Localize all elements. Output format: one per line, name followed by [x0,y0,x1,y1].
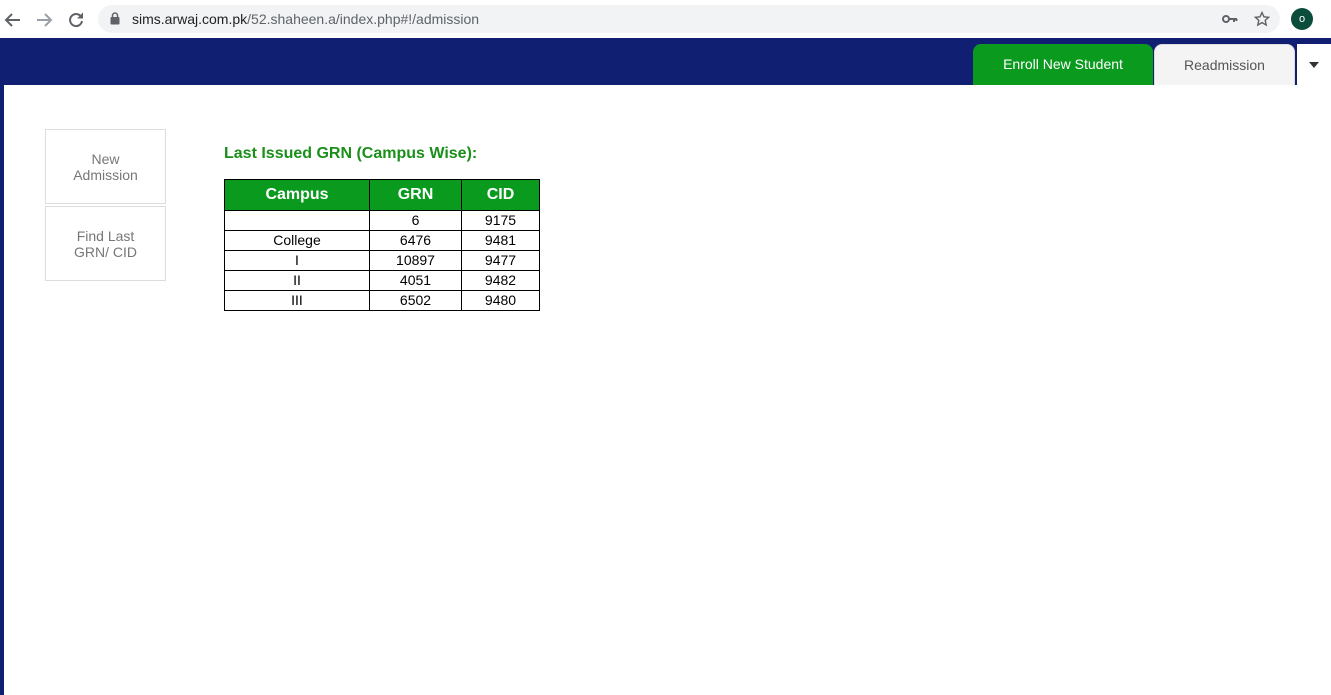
campus-cell [224,210,370,231]
cid-cell: 9175 [461,210,540,231]
tab-dropdown-button[interactable] [1297,44,1331,85]
forward-button[interactable] [32,8,56,32]
tab-enroll-new-student[interactable]: Enroll New Student [973,44,1153,85]
caret-down-icon [1309,61,1319,68]
reload-button[interactable] [64,8,88,32]
grn-cell: 10897 [369,250,462,271]
tab-readmission[interactable]: Readmission [1154,44,1295,85]
campus-cell: III [224,290,370,311]
grn-cell: 6476 [369,230,462,251]
column-header-grn: GRN [369,179,462,211]
new-admission-label: New Admission [73,150,138,183]
cid-cell: 9477 [461,250,540,271]
cid-cell: 9482 [461,270,540,291]
frame-left-border [0,85,4,695]
cid-cell: 9481 [461,230,540,251]
profile-avatar[interactable]: o [1291,8,1313,30]
app-header: Enroll New Student Readmission [0,38,1331,85]
url-text: sims.arwaj.com.pk/52.shaheen.a/index.php… [132,10,479,28]
grn-cell: 4051 [369,270,462,291]
grn-cell: 6502 [369,290,462,311]
lock-icon [110,12,120,25]
browser-toolbar: sims.arwaj.com.pk/52.shaheen.a/index.php… [0,0,1331,38]
section-title: Last Issued GRN (Campus Wise): [224,145,478,162]
reload-icon [69,13,83,28]
url-host: sims.arwaj.com.pk [132,11,248,27]
campus-cell: College [224,230,370,251]
table-row: 6 9175 [224,210,540,231]
star-icon[interactable] [1254,11,1270,27]
cid-cell: 9480 [461,290,540,311]
find-last-grn-button[interactable]: Find Last GRN/ CID [45,206,166,281]
grn-table: Campus GRN CID 6 9175 College 6476 9481 … [224,179,540,311]
table-header-row: Campus GRN CID [224,179,540,211]
url-path: /52.shaheen.a/index.php#!/admission [247,11,480,27]
forward-arrow-icon [37,13,53,27]
column-header-cid: CID [461,179,540,211]
table-row: College 6476 9481 [224,230,540,251]
campus-cell: I [224,250,370,271]
grn-cell: 6 [369,210,462,231]
campus-cell: II [224,270,370,291]
table-row: III 6502 9480 [224,290,540,311]
find-last-grn-label: Find Last GRN/ CID [74,227,137,260]
back-arrow-icon [4,13,20,27]
back-button[interactable] [1,8,25,32]
key-icon[interactable] [1222,13,1238,25]
column-header-campus: Campus [224,179,370,211]
address-bar[interactable]: sims.arwaj.com.pk/52.shaheen.a/index.php… [98,5,1280,33]
new-admission-button[interactable]: New Admission [45,129,166,204]
table-row: I 10897 9477 [224,250,540,271]
table-row: II 4051 9482 [224,270,540,291]
